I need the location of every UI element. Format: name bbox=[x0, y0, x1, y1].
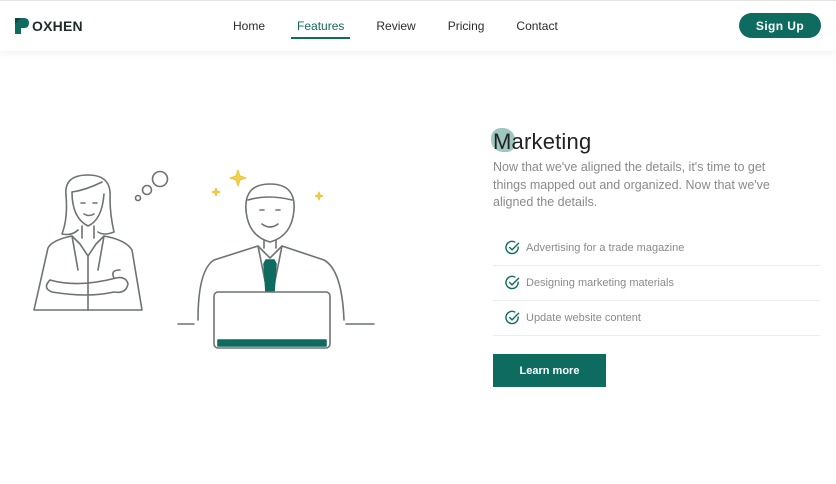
nav-features[interactable]: Features bbox=[290, 1, 351, 51]
list-item: Update website content bbox=[493, 301, 820, 336]
sign-up-button[interactable]: Sign Up bbox=[739, 13, 821, 38]
list-item-label: Designing marketing materials bbox=[526, 276, 674, 289]
list-item-label: Advertising for a trade magazine bbox=[526, 241, 685, 254]
title-wrap: Marketing bbox=[491, 125, 823, 159]
check-circle-icon bbox=[505, 275, 520, 290]
logo-mark-icon bbox=[15, 18, 29, 34]
woman-figure bbox=[33, 174, 143, 311]
nav-pricing[interactable]: Pricing bbox=[448, 1, 485, 51]
nav-contact[interactable]: Contact bbox=[516, 1, 557, 51]
navbar: OXHEN Home Features Review Pricing Conta… bbox=[0, 1, 836, 51]
learn-more-button[interactable]: Learn more bbox=[493, 354, 606, 387]
thought-bubble-large bbox=[151, 170, 169, 188]
brand-name: OXHEN bbox=[32, 18, 83, 34]
sparkle-icons bbox=[211, 169, 324, 201]
main-nav: Home Features Review Pricing Contact bbox=[233, 1, 558, 51]
nav-home[interactable]: Home bbox=[233, 1, 265, 51]
feature-description: Now that we've aligned the details, it's… bbox=[493, 160, 770, 209]
feature-title: Marketing bbox=[493, 129, 592, 154]
check-circle-icon bbox=[505, 240, 520, 255]
business-people-illustration bbox=[33, 169, 375, 349]
feature-list: Advertising for a trade magazine Designi… bbox=[493, 231, 820, 336]
brand-logo[interactable]: OXHEN bbox=[14, 16, 83, 36]
nav-review[interactable]: Review bbox=[376, 1, 415, 51]
check-circle-icon bbox=[505, 310, 520, 325]
list-item-label: Update website content bbox=[526, 311, 641, 324]
feature-section: Marketing Now that we've aligned the det… bbox=[491, 125, 823, 336]
list-item: Advertising for a trade magazine bbox=[493, 231, 820, 266]
thought-bubble-medium bbox=[141, 184, 153, 196]
list-item: Designing marketing materials bbox=[493, 266, 820, 301]
thought-bubble-small bbox=[134, 194, 142, 202]
laptop-illustration bbox=[213, 291, 331, 349]
